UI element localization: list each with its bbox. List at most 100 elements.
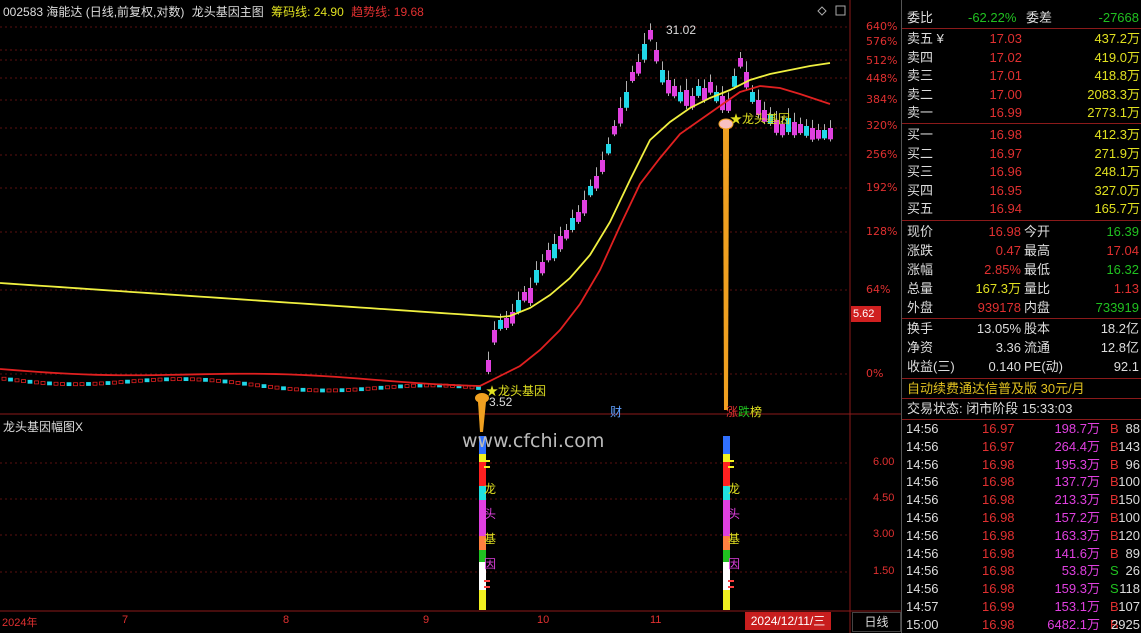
order-volume: 2773.1万	[1087, 105, 1140, 120]
tick-row: 14:56 16.98 137.7万 B 100	[902, 473, 1141, 491]
quote-label: 涨跌	[907, 243, 934, 258]
candle	[359, 387, 364, 392]
tick-time: 14:56	[906, 527, 939, 543]
tick-price: 16.98	[982, 616, 1015, 632]
chip-line	[0, 62, 831, 318]
watermark: www.cfchi.com	[462, 430, 605, 452]
tick-direction: B	[1110, 456, 1119, 472]
candle	[528, 288, 533, 304]
tick-count: 143	[1118, 438, 1140, 454]
kline-chart-area[interactable]: 002583 海能达 (日线,前复权,对数) 龙头基因主图 筹码线: 24.90…	[0, 0, 901, 633]
settings-icon[interactable]	[817, 6, 827, 16]
candle	[365, 386, 371, 391]
trade-status: 交易状态: 闭市阶段 15:33:03	[907, 401, 1073, 416]
ranking-char-zhang: 涨	[726, 405, 739, 419]
candle	[696, 86, 701, 96]
quote-value: 939178	[977, 300, 1021, 315]
candle	[268, 384, 273, 389]
separator	[902, 378, 1141, 379]
candle	[648, 30, 653, 40]
cursor-date-box: 2024/12/11/三	[745, 612, 831, 630]
gene-vertical-char: 头	[484, 507, 497, 521]
tick-row: 14:57 16.99 153.1万 B 107	[902, 598, 1141, 616]
ranking-char-bang: 榜	[750, 405, 763, 419]
tick-count: 107	[1118, 599, 1140, 614]
quote-label: 总量	[907, 281, 934, 296]
fund-value: 0.140	[988, 359, 1021, 374]
gene-vertical-char: 基	[484, 532, 497, 546]
gene-vertical-char: 龙	[484, 482, 497, 496]
separator	[902, 123, 1141, 124]
order-row: 卖一 16.99 2773.1万	[902, 104, 1141, 122]
order-price: 17.02	[989, 49, 1022, 65]
order-price: 16.99	[989, 105, 1022, 120]
tick-volume: 6482.1万	[1047, 616, 1100, 632]
candle	[125, 379, 130, 384]
candle	[131, 379, 137, 384]
quote-value2: 16.32	[1106, 262, 1139, 277]
quote-value2: 1.13	[1113, 281, 1139, 296]
gene-vertical-char: 头	[728, 507, 741, 521]
gene-strip-tick	[728, 460, 734, 462]
trend-line	[0, 85, 831, 387]
finance-marker[interactable]: 财	[610, 403, 622, 420]
order-volume: 437.2万	[1094, 31, 1140, 46]
candle	[27, 379, 33, 384]
candle	[190, 377, 195, 382]
candle	[313, 388, 319, 393]
quote-panel: 委比 -62.22% 委差 -27668 卖五 ¥ 17.03 437.2万 卖四 17…	[901, 0, 1141, 633]
candle	[196, 377, 202, 382]
order-volume: 248.1万	[1094, 164, 1140, 179]
x-axis-label: 8	[283, 614, 290, 626]
quote-value2: 17.04	[1106, 243, 1139, 258]
tick-volume: 264.4万	[1054, 438, 1100, 454]
candle	[594, 176, 599, 189]
candle	[53, 381, 59, 386]
candle	[248, 382, 254, 387]
order-price: 16.95	[989, 182, 1022, 198]
candle	[255, 383, 260, 388]
candle	[47, 381, 52, 386]
gene-vertical-char: 龙	[728, 482, 741, 496]
candle	[378, 385, 384, 390]
order-price: 17.03	[989, 31, 1022, 46]
gene-strip-segment	[723, 436, 730, 454]
candle	[242, 381, 247, 386]
quote-value: 2.85%	[984, 262, 1021, 277]
candle	[398, 384, 403, 389]
candle	[164, 377, 169, 382]
weibi-label: 委比	[907, 10, 934, 25]
tick-time: 14:56	[906, 438, 939, 454]
main-indicator-name[interactable]: 龙头基因主图	[192, 5, 264, 19]
order-row: 卖二 17.00 2083.3万	[902, 86, 1141, 104]
order-volume: 165.7万	[1094, 201, 1140, 216]
promo-link[interactable]: 自动续费通达信普及版 30元/月	[907, 380, 1085, 398]
candle	[678, 92, 683, 102]
candle	[570, 218, 575, 230]
order-volume: 2083.3万	[1087, 86, 1140, 102]
candle	[203, 377, 208, 382]
period-button[interactable]: 日线	[852, 612, 901, 632]
candle	[118, 380, 124, 385]
quote-value: 0.47	[995, 243, 1021, 258]
order-volume: 327.0万	[1094, 182, 1140, 198]
tick-volume: 195.3万	[1054, 456, 1100, 472]
order-price: 16.96	[989, 164, 1022, 179]
ranking-marker[interactable]: 涨跌榜	[726, 403, 762, 420]
tick-volume: 198.7万	[1054, 421, 1100, 436]
kline-chart-svg[interactable]	[0, 0, 901, 633]
order-label: 卖五 ¥	[907, 31, 944, 46]
candle	[417, 383, 423, 388]
candle	[822, 130, 827, 139]
tick-count: 100	[1118, 510, 1140, 525]
tick-time: 14:56	[906, 510, 939, 525]
quote-label2: 最高	[1024, 243, 1051, 258]
tick-count: 2925	[1111, 616, 1140, 632]
candle	[151, 377, 156, 382]
candle	[1, 376, 7, 381]
sub-indicator-title[interactable]: 龙头基因幅图X	[3, 418, 83, 435]
candle	[534, 270, 539, 283]
close-icon[interactable]	[835, 5, 846, 16]
candle	[21, 379, 26, 383]
candle	[294, 387, 299, 392]
